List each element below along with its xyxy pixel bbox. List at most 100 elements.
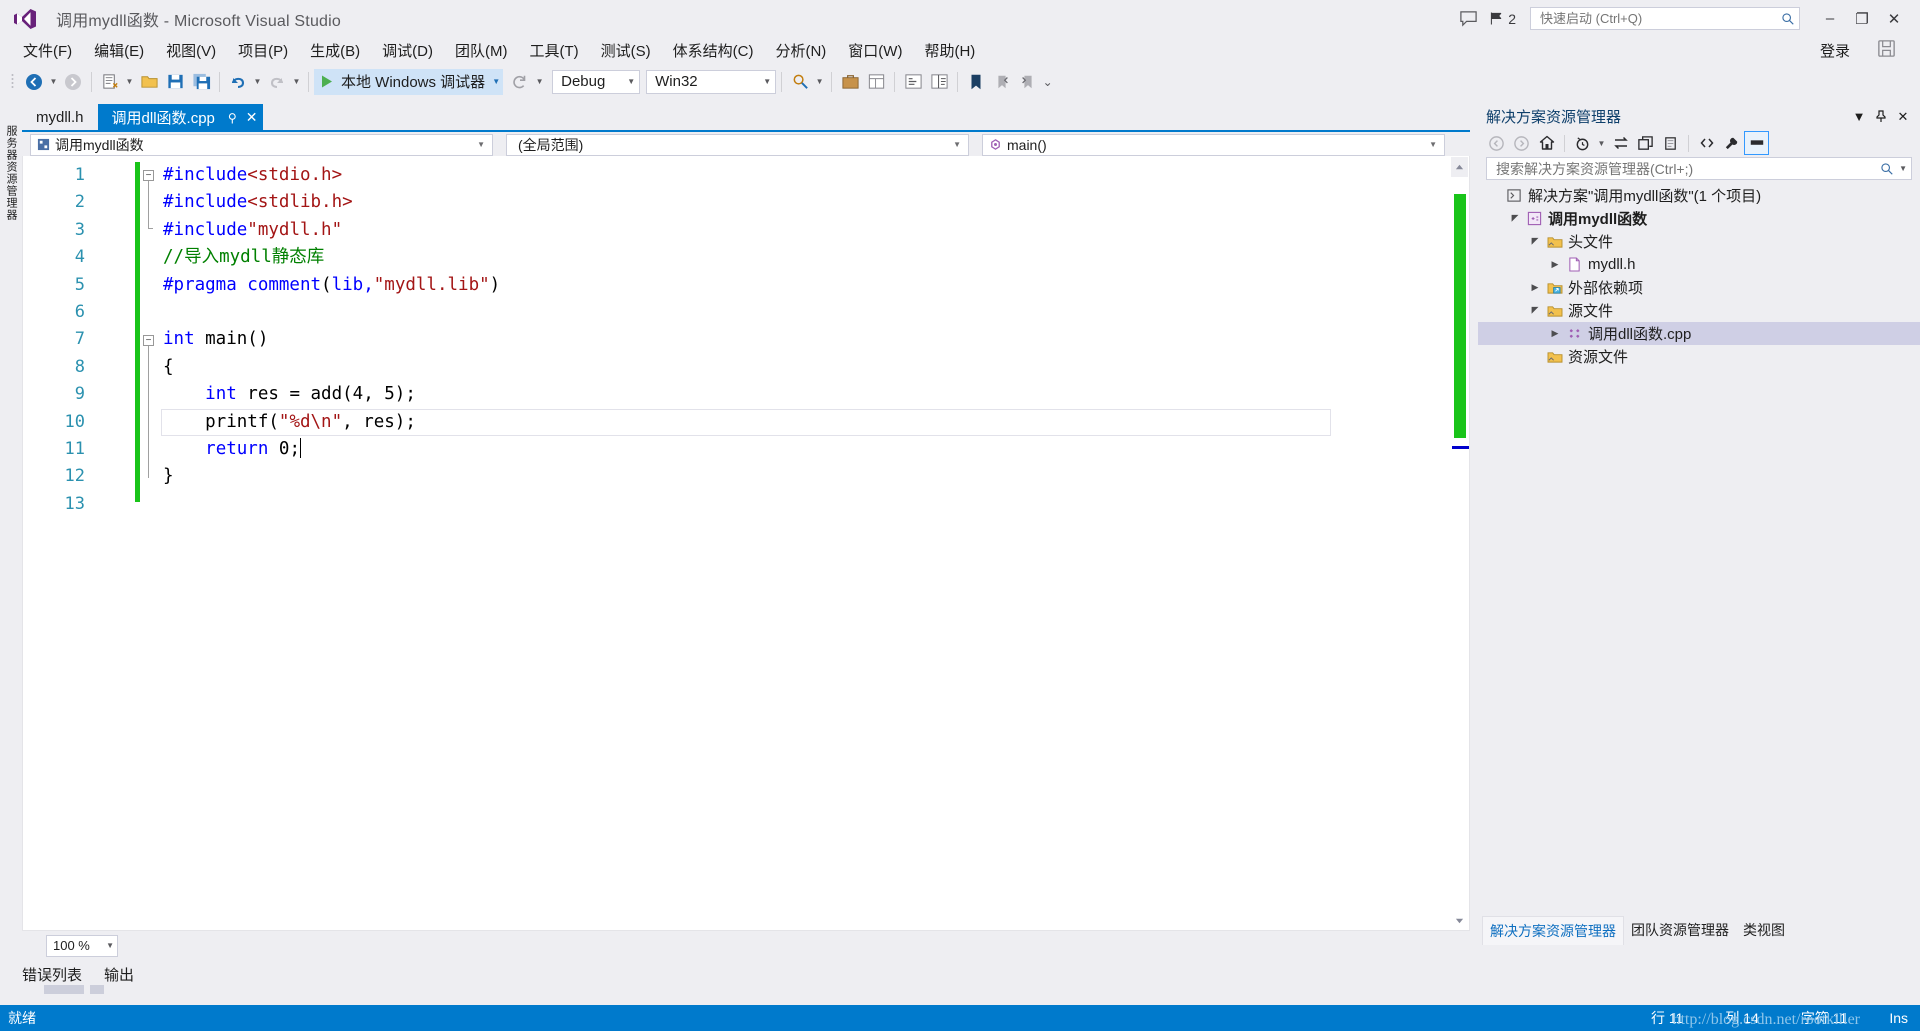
tree-item-7[interactable]: ▶ 调用dll函数.cpp [1478, 322, 1920, 345]
maximize-button[interactable]: ❐ [1846, 5, 1878, 33]
quick-launch-input[interactable] [1538, 10, 1781, 27]
chevron-down-icon[interactable]: ▼ [763, 77, 771, 86]
pending-changes-icon[interactable] [1570, 131, 1595, 155]
new-project-icon[interactable] [97, 69, 123, 95]
bookmark-icon[interactable] [963, 69, 989, 95]
solution-tree[interactable]: 解决方案"调用mydll函数"(1 个项目) ◢ 调用mydll函数 ◢ 头文件 ▶ myd… [1478, 184, 1920, 368]
fold-toggle-2[interactable]: − [143, 335, 154, 346]
redo-dropdown-arrow[interactable]: ▼ [290, 69, 303, 95]
refresh-icon[interactable] [507, 69, 533, 95]
undo-dropdown-arrow[interactable]: ▼ [251, 69, 264, 95]
menu-item-7[interactable]: 团队(M) [444, 37, 519, 64]
solution-explorer-search[interactable]: ▼ [1486, 157, 1912, 180]
code-line-5[interactable]: #pragma comment(lib,"mydll.lib") [163, 272, 1469, 299]
scrollbar-up-button[interactable] [1451, 157, 1468, 177]
code-line-6[interactable] [163, 299, 1469, 326]
tree-item-5[interactable]: ▶ 外部依赖项 [1478, 276, 1920, 299]
menu-item-2[interactable]: 编辑(E) [83, 37, 155, 64]
pending-changes-dropdown-arrow[interactable]: ▼ [1595, 130, 1608, 156]
server-explorer-docked-tab[interactable]: 服务器资源管理器 [0, 108, 22, 238]
menu-item-8[interactable]: 工具(T) [518, 37, 589, 64]
code-line-8[interactable]: { [163, 354, 1469, 381]
search-options-arrow[interactable]: ▼ [1899, 164, 1907, 173]
bottom-panel-tab-2[interactable]: 输出 [104, 964, 134, 985]
menu-item-10[interactable]: 体系结构(C) [662, 37, 765, 64]
pin-icon[interactable]: ⚲ [228, 111, 237, 125]
chevron-down-icon[interactable]: ▼ [1848, 106, 1870, 128]
redo-icon[interactable] [264, 69, 290, 95]
save-all-icon[interactable] [188, 69, 214, 95]
toolbox-icon[interactable] [837, 69, 863, 95]
navbar-member-combo[interactable]: main() ▼ [982, 133, 1445, 156]
navigate-back-icon[interactable] [21, 69, 47, 95]
start-debugging-button[interactable]: 本地 Windows 调试器 ▼ [314, 68, 504, 95]
solution-explorer-bottom-tab-1[interactable]: 解决方案资源管理器 [1482, 915, 1624, 945]
collapse-all-icon[interactable] [1658, 131, 1683, 155]
solution-explorer-search-input[interactable] [1494, 159, 1881, 178]
menu-item-9[interactable]: 测试(S) [590, 37, 662, 64]
scrollbar-down-button[interactable] [1451, 911, 1468, 929]
show-all-files-icon[interactable] [1694, 131, 1719, 155]
previous-bookmark-icon[interactable] [989, 69, 1015, 95]
preview-selected-items-icon[interactable] [1744, 131, 1769, 155]
sign-in-link[interactable]: 登录 [1820, 40, 1850, 61]
navbar-scope-combo[interactable]: (全局范围) ▼ [506, 133, 969, 156]
code-line-1[interactable]: #include<stdio.h> [163, 162, 1469, 189]
sync-with-active-document-icon[interactable] [1608, 131, 1633, 155]
tree-item-4[interactable]: ▶ mydll.h [1478, 253, 1920, 276]
tree-item-6[interactable]: ◢ 源文件 [1478, 299, 1920, 322]
menu-item-11[interactable]: 分析(N) [764, 37, 837, 64]
chevron-down-icon[interactable]: ▼ [473, 140, 489, 149]
new-project-dropdown-arrow[interactable]: ▼ [123, 69, 136, 95]
code-line-12[interactable]: } [163, 463, 1469, 490]
quick-launch-box[interactable] [1530, 7, 1800, 30]
solution-configuration-combo[interactable]: Debug ▼ [552, 69, 641, 94]
code-line-3[interactable]: #include"mydll.h" [163, 217, 1469, 244]
chevron-down-icon[interactable]: ▼ [106, 941, 114, 950]
chevron-down-icon[interactable]: ▼ [1425, 140, 1441, 149]
save-icon[interactable] [162, 69, 188, 95]
home-icon[interactable] [1534, 131, 1559, 155]
expanded-twisty-icon[interactable]: ◢ [1506, 213, 1524, 224]
solution-explorer-bottom-tab-3[interactable]: 类视图 [1736, 916, 1792, 944]
tree-item-1[interactable]: 解决方案"调用mydll函数"(1 个项目) [1478, 184, 1920, 207]
notification-button[interactable]: 2 [1488, 10, 1516, 27]
chevron-down-icon[interactable]: ▼ [949, 140, 965, 149]
start-dropdown-arrow[interactable]: ▼ [492, 77, 500, 86]
code-line-13[interactable] [163, 491, 1469, 518]
menu-item-6[interactable]: 调试(D) [371, 37, 444, 64]
undo-icon[interactable] [225, 69, 251, 95]
bottom-panel-tab-1[interactable]: 错误列表 [22, 964, 82, 985]
code-text[interactable]: #include<stdio.h> #include<stdlib.h> #incl… [163, 162, 1469, 518]
open-file-icon[interactable] [136, 69, 162, 95]
navigate-forward-icon[interactable] [60, 69, 86, 95]
collapsed-twisty-icon[interactable]: ▶ [1546, 328, 1564, 339]
menu-item-4[interactable]: 项目(P) [227, 37, 299, 64]
code-line-9[interactable]: int res = add(4, 5); [163, 381, 1469, 408]
pin-icon[interactable] [1870, 106, 1892, 128]
close-icon[interactable]: ✕ [246, 109, 258, 126]
collapsed-twisty-icon[interactable]: ▶ [1546, 259, 1564, 270]
zoom-level-combo[interactable]: 100 % ▼ [46, 934, 118, 957]
properties-window-icon[interactable] [863, 69, 889, 95]
expanded-twisty-icon[interactable]: ◢ [1526, 305, 1544, 316]
toolbar-grip[interactable] [8, 72, 18, 92]
editor-tab-2[interactable]: 调用dll函数.cpp ⚲ ✕ [97, 104, 264, 131]
menu-item-1[interactable]: 文件(F) [12, 37, 83, 64]
code-line-2[interactable]: #include<stdlib.h> [163, 189, 1469, 216]
refresh-icon[interactable] [1633, 131, 1658, 155]
code-line-7[interactable]: int main() [163, 326, 1469, 353]
feedback-icon[interactable] [1456, 7, 1480, 31]
close-button[interactable]: ✕ [1878, 5, 1910, 33]
code-line-4[interactable]: //导入mydll静态库 [163, 244, 1469, 271]
code-line-10[interactable]: printf("%d\n", res); [163, 409, 1469, 436]
close-icon[interactable]: ✕ [1892, 106, 1914, 128]
refresh-dropdown-arrow[interactable]: ▼ [533, 69, 546, 95]
menu-item-12[interactable]: 窗口(W) [837, 37, 913, 64]
tree-item-8[interactable]: 资源文件 [1478, 345, 1920, 368]
tree-item-3[interactable]: ◢ 头文件 [1478, 230, 1920, 253]
solution-explorer-bottom-tab-2[interactable]: 团队资源管理器 [1624, 916, 1736, 944]
code-folding-column[interactable]: − − [143, 162, 161, 936]
chevron-down-icon[interactable]: ▼ [627, 77, 635, 86]
code-editor[interactable]: 1 2 3 4 5 6 7 8 9 10 11 12 13 − − #include<stdio.h> #… [22, 156, 1470, 931]
